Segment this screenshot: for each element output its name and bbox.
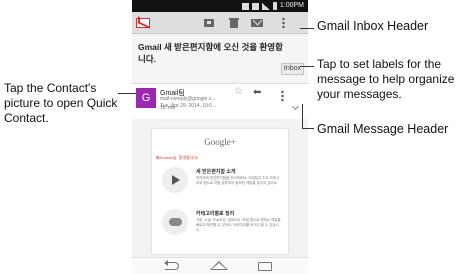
section-text: 편리하게 받은편지함을 관리하세요. 이메일이 주요 카테고리와 탭으로 자동 … [196, 176, 280, 185]
section-thumbnail [162, 167, 188, 193]
wifi-icon [251, 2, 259, 10]
cloud-icon [169, 218, 182, 226]
status-time: 1:00PM [279, 2, 304, 9]
subject-area: Gmail 새 받은편지함에 오신 것을 환영합니다. Inbox [132, 35, 308, 83]
callout-line-inbox-header [300, 28, 314, 29]
battery-icon [272, 2, 277, 10]
section-thumbnail [162, 209, 188, 235]
overflow-menu-icon[interactable] [277, 17, 289, 29]
callout-labels: Tap to set labels for the message to hel… [317, 57, 455, 101]
overflow-dots [282, 17, 285, 29]
phone-screen: 1:00PM Gmail 새 받은편지함에 오신 것을 환영합니다. Inbox… [132, 0, 308, 274]
email-body: Google+ 新Korean님, 환영합니다! 새 받은편지함 소개 편리하게… [132, 119, 308, 257]
sender-email: mail-noreply@google.c... [160, 96, 216, 102]
gmail-logo-icon[interactable] [136, 18, 150, 28]
section-title: 카테고리별로 정리 [196, 211, 235, 217]
mail-icon[interactable] [251, 17, 263, 29]
body-section: 새 받은편지함 소개 편리하게 받은편지함을 관리하세요. 이메일이 주요 카테… [156, 165, 284, 199]
callout-line-message-header [302, 128, 314, 129]
recent-apps-icon[interactable] [258, 262, 272, 271]
play-icon[interactable] [172, 175, 180, 185]
gmail-inbox-header [132, 12, 308, 34]
callout-inbox-header: Gmail Inbox Header [317, 19, 429, 33]
recipient-row[interactable]: To: me [132, 102, 308, 114]
star-icon[interactable]: ☆ [234, 86, 243, 98]
recipient-text: To: me [160, 105, 176, 111]
message-overflow-icon[interactable] [276, 90, 288, 102]
back-icon[interactable] [164, 260, 179, 270]
email-card: Google+ 新Korean님, 환영합니다! 새 받은편지함 소개 편리하게… [152, 129, 288, 254]
delete-icon[interactable] [228, 17, 240, 29]
google-logo: Google+ [204, 137, 236, 147]
section-text: 기본, 소셜, 프로모션, 업데이트, 포럼 탭으로 원하는 메일을 빠르게 확… [196, 218, 281, 232]
callout-vline-message-header [302, 104, 303, 128]
nfc-icon [241, 2, 249, 10]
message-overflow-dots [281, 90, 284, 102]
body-tagline: 新Korean님, 환영합니다! [156, 155, 199, 160]
section-title: 새 받은편지함 소개 [196, 169, 236, 175]
body-section: 카테고리별로 정리 기본, 소셜, 프로모션, 업데이트, 포럼 탭으로 원하는… [156, 207, 284, 241]
status-bar: 1:00PM [132, 0, 308, 12]
home-icon[interactable] [210, 261, 228, 270]
callout-contact: Tap the Contact's picture to open Quick … [4, 81, 118, 125]
message-subject: Gmail 새 받은편지함에 오신 것을 환영합니다. [138, 42, 283, 64]
signal-icon [261, 2, 270, 10]
chevron-down-icon[interactable] [291, 102, 300, 111]
callout-message-header: Gmail Message Header [317, 122, 449, 136]
inbox-label[interactable]: Inbox [280, 63, 304, 75]
reply-icon[interactable]: ⬅ [253, 87, 261, 99]
navigation-bar [132, 257, 308, 274]
callout-line-labels [300, 66, 314, 67]
status-icons: 1:00PM [241, 1, 304, 11]
archive-icon[interactable] [203, 17, 215, 29]
